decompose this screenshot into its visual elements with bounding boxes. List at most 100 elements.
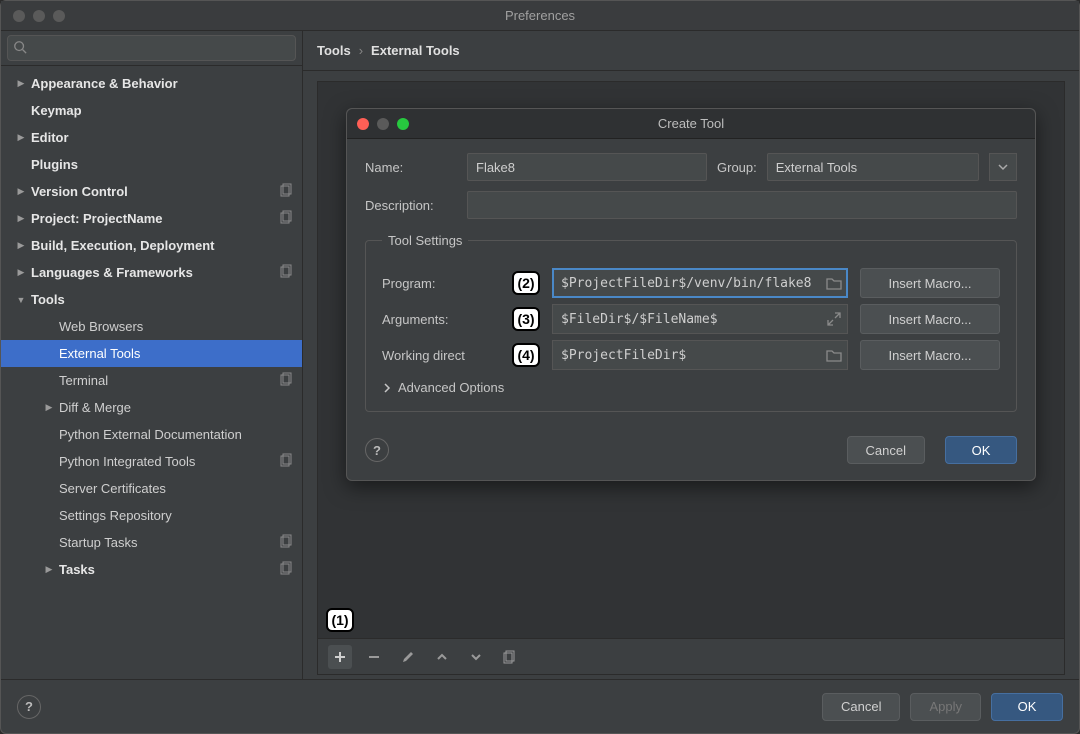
insert-macro-arguments-button[interactable]: Insert Macro... (860, 304, 1000, 334)
copy-button[interactable] (498, 645, 522, 669)
move-down-button[interactable] (464, 645, 488, 669)
sidebar-item-label: Diff & Merge (59, 400, 294, 415)
callout-1: (1) (326, 608, 354, 632)
chevron-right-icon: ▶ (43, 564, 55, 575)
project-level-icon (274, 183, 294, 200)
edit-button[interactable] (396, 645, 420, 669)
dialog-titlebar: Create Tool (347, 109, 1035, 139)
project-level-icon (274, 264, 294, 281)
dialog-ok-button[interactable]: OK (945, 436, 1017, 464)
sidebar-item[interactable]: ▼Tools (1, 286, 302, 313)
dialog-close-icon[interactable] (357, 118, 369, 130)
folder-icon[interactable] (826, 275, 842, 291)
copy-icon (503, 650, 517, 664)
ok-button[interactable]: OK (991, 693, 1063, 721)
name-input[interactable] (467, 153, 707, 181)
add-button[interactable] (328, 645, 352, 669)
sidebar-item-label: Tasks (59, 562, 274, 577)
chevron-up-icon (436, 651, 448, 663)
sidebar-item-label: Editor (31, 130, 294, 145)
sidebar-item-label: Server Certificates (59, 481, 294, 496)
create-tool-dialog: Create Tool Name: Group: (346, 108, 1036, 481)
list-toolbar (318, 638, 1064, 674)
callout-2: (2) (512, 271, 540, 295)
sidebar-item[interactable]: Keymap (1, 97, 302, 124)
breadcrumb-sep: › (359, 43, 363, 58)
main-area: ▶Appearance & BehaviorKeymap▶EditorPlugi… (1, 31, 1079, 679)
plus-icon (333, 650, 347, 664)
sidebar-item[interactable]: Python External Documentation (1, 421, 302, 448)
project-level-icon (274, 453, 294, 470)
tool-settings-fieldset: Tool Settings Program: (2) Insert Macro.… (365, 233, 1017, 412)
cancel-button[interactable]: Cancel (822, 693, 900, 721)
window-title: Preferences (505, 8, 575, 23)
project-level-icon (274, 372, 294, 389)
arguments-input[interactable] (552, 304, 848, 334)
chevron-right-icon (382, 383, 392, 393)
sidebar-item[interactable]: ▶Appearance & Behavior (1, 70, 302, 97)
sidebar-item-label: Version Control (31, 184, 274, 199)
sidebar-item[interactable]: ▶ Diff & Merge (1, 394, 302, 421)
sidebar-item-label: Settings Repository (59, 508, 294, 523)
insert-macro-workdir-button[interactable]: Insert Macro... (860, 340, 1000, 370)
sidebar-item[interactable]: ▶Languages & Frameworks (1, 259, 302, 286)
chevron-down-icon (998, 162, 1008, 172)
sidebar-item[interactable]: ▶ Tasks (1, 556, 302, 583)
dialog-maximize-icon[interactable] (397, 118, 409, 130)
content: Tools › External Tools (303, 31, 1079, 679)
sidebar-item[interactable]: ▶Build, Execution, Deployment (1, 232, 302, 259)
sidebar-item[interactable]: Startup Tasks (1, 529, 302, 556)
tool-settings-legend: Tool Settings (382, 233, 468, 248)
move-up-button[interactable] (430, 645, 454, 669)
advanced-options-toggle[interactable]: Advanced Options (382, 380, 1000, 395)
dialog-help-button[interactable]: ? (365, 438, 389, 462)
bottom-bar: ? Cancel Apply OK (1, 679, 1079, 733)
sidebar-item[interactable]: Python Integrated Tools (1, 448, 302, 475)
chevron-right-icon: ▶ (15, 213, 27, 224)
dialog-minimize-icon[interactable] (377, 118, 389, 130)
sidebar-item-label: Startup Tasks (59, 535, 274, 550)
expand-icon[interactable] (826, 311, 842, 327)
breadcrumb-leaf: External Tools (371, 43, 460, 58)
insert-macro-program-button[interactable]: Insert Macro... (860, 268, 1000, 298)
remove-button[interactable] (362, 645, 386, 669)
sidebar-item[interactable]: Plugins (1, 151, 302, 178)
program-label: Program: (382, 276, 500, 291)
sidebar-item-label: Tools (31, 292, 294, 307)
folder-icon[interactable] (826, 347, 842, 363)
project-level-icon (274, 210, 294, 227)
dialog-cancel-button[interactable]: Cancel (847, 436, 925, 464)
chevron-right-icon: ▶ (15, 78, 27, 89)
minimize-icon[interactable] (33, 10, 45, 22)
search-container (1, 31, 302, 66)
sidebar-item[interactable]: ▶Editor (1, 124, 302, 151)
sidebar-item[interactable]: Web Browsers (1, 313, 302, 340)
apply-button[interactable]: Apply (910, 693, 981, 721)
sidebar: ▶Appearance & BehaviorKeymap▶EditorPlugi… (1, 31, 303, 679)
sidebar-item-label: Terminal (59, 373, 274, 388)
close-icon[interactable] (13, 10, 25, 22)
sidebar-item[interactable]: Terminal (1, 367, 302, 394)
callout-3: (3) (512, 307, 540, 331)
maximize-icon[interactable] (53, 10, 65, 22)
help-button[interactable]: ? (17, 695, 41, 719)
group-dropdown-button[interactable] (989, 153, 1017, 181)
sidebar-item-label: Python External Documentation (59, 427, 294, 442)
group-select[interactable] (767, 153, 979, 181)
description-input[interactable] (467, 191, 1017, 219)
program-input[interactable] (552, 268, 848, 298)
sidebar-item[interactable]: External Tools (1, 340, 302, 367)
chevron-right-icon: ▶ (43, 402, 55, 413)
sidebar-item[interactable]: ▶ Project: ProjectName (1, 205, 302, 232)
workdir-input[interactable] (552, 340, 848, 370)
description-label: Description: (365, 198, 457, 213)
search-input[interactable] (7, 35, 296, 61)
sidebar-item[interactable]: Server Certificates (1, 475, 302, 502)
sidebar-item-label: Project: ProjectName (31, 211, 274, 226)
sidebar-item[interactable]: Settings Repository (1, 502, 302, 529)
chevron-down-icon (470, 651, 482, 663)
preferences-tree[interactable]: ▶Appearance & BehaviorKeymap▶EditorPlugi… (1, 66, 302, 679)
sidebar-item-label: Keymap (31, 103, 294, 118)
sidebar-item-label: Build, Execution, Deployment (31, 238, 294, 253)
sidebar-item[interactable]: ▶Version Control (1, 178, 302, 205)
